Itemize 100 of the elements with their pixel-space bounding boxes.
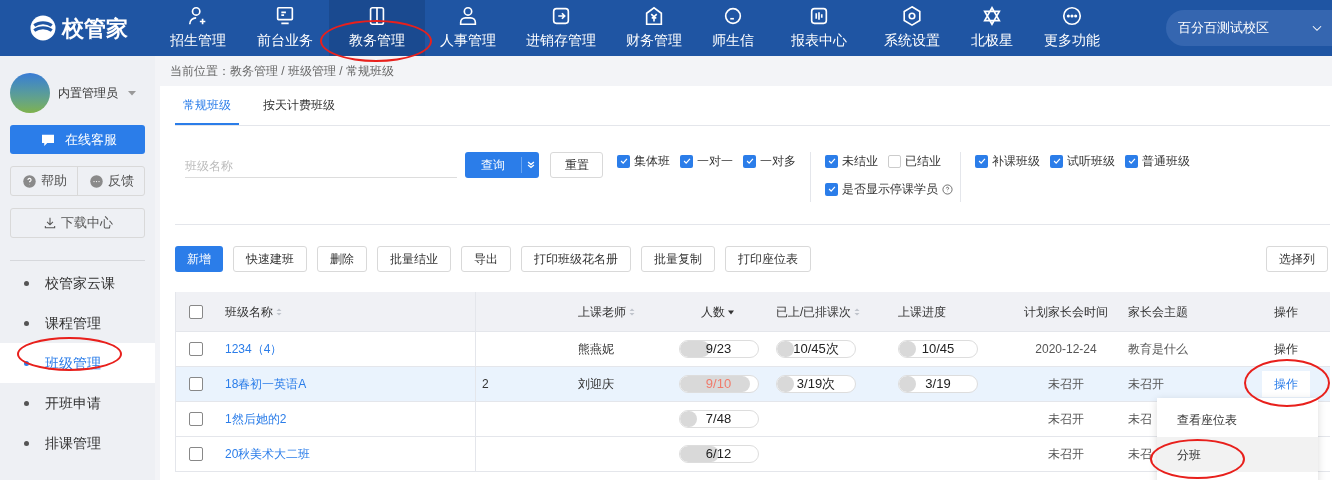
table-row[interactable]: 1234（4） 熊燕妮 9/23 10/45次 10/45 2020-12-24 教育是什么 操作 (176, 332, 1330, 367)
nav-tab[interactable]: 更多功能 (1029, 0, 1115, 56)
toolbar-button[interactable]: 导出 (461, 246, 511, 272)
toolbar-button[interactable]: 新增 (175, 246, 223, 272)
table-cell-text: 未召 (1128, 411, 1152, 428)
tab[interactable]: 按天计费班级 (255, 86, 343, 125)
table-cell-text: 2 (481, 376, 489, 393)
checkbox[interactable] (743, 154, 756, 168)
help-icon (942, 183, 953, 195)
nav-tab[interactable]: 人事管理 (425, 0, 511, 56)
pill-text: 3/19次 (795, 376, 837, 392)
reset-button[interactable]: 重置 (550, 152, 603, 178)
nav-tab[interactable]: 教务管理 (329, 0, 425, 56)
checkbox[interactable] (825, 154, 838, 168)
check-icon (976, 156, 987, 166)
bullet-icon (24, 280, 29, 286)
row-checkbox[interactable] (189, 412, 203, 426)
avatar-photo-placeholder (10, 73, 50, 113)
action-button[interactable]: 操作 (1262, 371, 1310, 397)
choose-columns-button[interactable]: 选择列 (1266, 246, 1328, 272)
online-service-button[interactable]: 在线客服 (10, 125, 145, 154)
toolbar-button[interactable]: 快速建班 (233, 246, 307, 272)
column-header[interactable]: 上课老师 (578, 302, 638, 321)
toolbar-button[interactable]: 打印班级花名册 (521, 246, 631, 272)
bullet-icon (24, 320, 29, 326)
user-name: 内置管理员 (58, 85, 118, 102)
checkbox[interactable] (680, 154, 693, 168)
more-icon (1061, 5, 1083, 27)
checkbox[interactable] (975, 154, 988, 168)
row-checkbox[interactable] (189, 377, 203, 391)
chat-dots-icon (88, 173, 104, 189)
column-header[interactable]: 人数 (700, 302, 737, 321)
table-cell-text: 未召开 (1048, 446, 1084, 463)
nav-tab[interactable]: 北极星 (955, 0, 1029, 56)
row-checkbox[interactable] (189, 447, 203, 461)
pill-text: 3/19 (924, 376, 952, 392)
toolbar-button[interactable]: 删除 (317, 246, 367, 272)
table-cell-text: 未召开 (1048, 376, 1084, 393)
nav-tab[interactable]: 前台业务 (241, 0, 329, 56)
yen-icon (643, 5, 665, 27)
column-header[interactable]: 上课进度 (898, 302, 946, 321)
class-name-link[interactable]: 1234（4） (225, 340, 283, 358)
table-row[interactable]: 18春初一英语A 2 刘迎庆 9/10 3/19次 3/19 未召开 未召开 操作 (176, 367, 1330, 402)
table-cell-text: 未召开 (1048, 411, 1084, 428)
search-field[interactable]: 班级名称 (185, 154, 457, 178)
checkbox-label: 试听班级 (1067, 153, 1115, 170)
checkbox-label: 一对多 (760, 153, 796, 170)
row-checkbox[interactable] (189, 342, 203, 356)
class-name-link[interactable]: 1然后她的2 (225, 410, 287, 428)
table-cell-text: 刘迎庆 (578, 376, 614, 393)
nav-tab[interactable]: 系统设置 (869, 0, 955, 56)
toolbar-button[interactable]: 批量结业 (377, 246, 451, 272)
column-header[interactable]: 计划家长会时间 (1024, 302, 1108, 321)
sidebar-item[interactable]: 排课管理 (0, 423, 155, 463)
sidebar-item[interactable]: 开班申请 (0, 383, 155, 423)
toolbar-button[interactable]: 打印座位表 (725, 246, 811, 272)
tab[interactable]: 常规班级 (175, 86, 239, 125)
chart-icon (808, 5, 830, 27)
menu-item[interactable]: 查看座位表 (1157, 402, 1318, 437)
nav-tab[interactable]: 报表中心 (769, 0, 869, 56)
table-cell-text: 教育是什么 (1128, 341, 1188, 358)
nav-tab[interactable]: 师生信 (697, 0, 769, 56)
download-center-button[interactable]: 下载中心 (10, 208, 145, 238)
check-icon (744, 156, 755, 166)
sidebar-item[interactable]: 班级管理 (0, 343, 155, 383)
checkbox-label: 补课班级 (992, 153, 1040, 170)
feedback-button[interactable]: 反馈 (78, 167, 144, 195)
person-icon (457, 5, 479, 27)
action-button[interactable]: 操作 (1262, 336, 1310, 362)
checkbox-label: 是否显示停课学员 (842, 181, 938, 198)
help-button[interactable]: 帮助 (11, 167, 78, 195)
toolbar-button[interactable]: 批量复制 (641, 246, 715, 272)
double-chevron-icon (525, 160, 536, 170)
column-header[interactable]: 已上/已排课次 (776, 302, 864, 321)
checkbox[interactable] (1125, 154, 1138, 168)
download-icon (42, 216, 57, 230)
table-cell-text: 2020-12-24 (1035, 341, 1097, 358)
class-name-link[interactable]: 18春初一英语A (225, 375, 307, 393)
column-header[interactable]: 班级名称 (225, 302, 285, 321)
checkbox[interactable] (888, 154, 901, 168)
pill-text: 10/45次 (792, 341, 840, 357)
menu-item[interactable]: 分班 (1157, 437, 1318, 472)
checkbox[interactable] (1050, 154, 1063, 168)
logo-text: 校管家 (61, 14, 128, 43)
check-icon (826, 184, 837, 194)
nav-tab[interactable]: 财务管理 (611, 0, 697, 56)
campus-select[interactable]: 百分百测试校区 (1166, 10, 1332, 46)
row-checkbox[interactable] (189, 304, 203, 319)
nav-tab[interactable]: 招生管理 (155, 0, 241, 56)
column-header[interactable]: 家长会主题 (1128, 302, 1188, 321)
sidebar-item[interactable]: 校管家云课 (0, 263, 155, 303)
checkbox[interactable] (617, 154, 630, 168)
check-icon (1051, 156, 1062, 166)
checkbox[interactable] (825, 182, 838, 196)
check-icon (618, 156, 629, 166)
class-name-link[interactable]: 20秋美术大二班 (225, 445, 311, 463)
sidebar-item[interactable]: 课程管理 (0, 303, 155, 343)
column-header[interactable]: 操作 (1274, 302, 1298, 321)
nav-tab[interactable]: 进销存管理 (511, 0, 611, 56)
breadcrumb: 当前位置：教务管理 / 班级管理 / 常规班级 (170, 63, 394, 80)
